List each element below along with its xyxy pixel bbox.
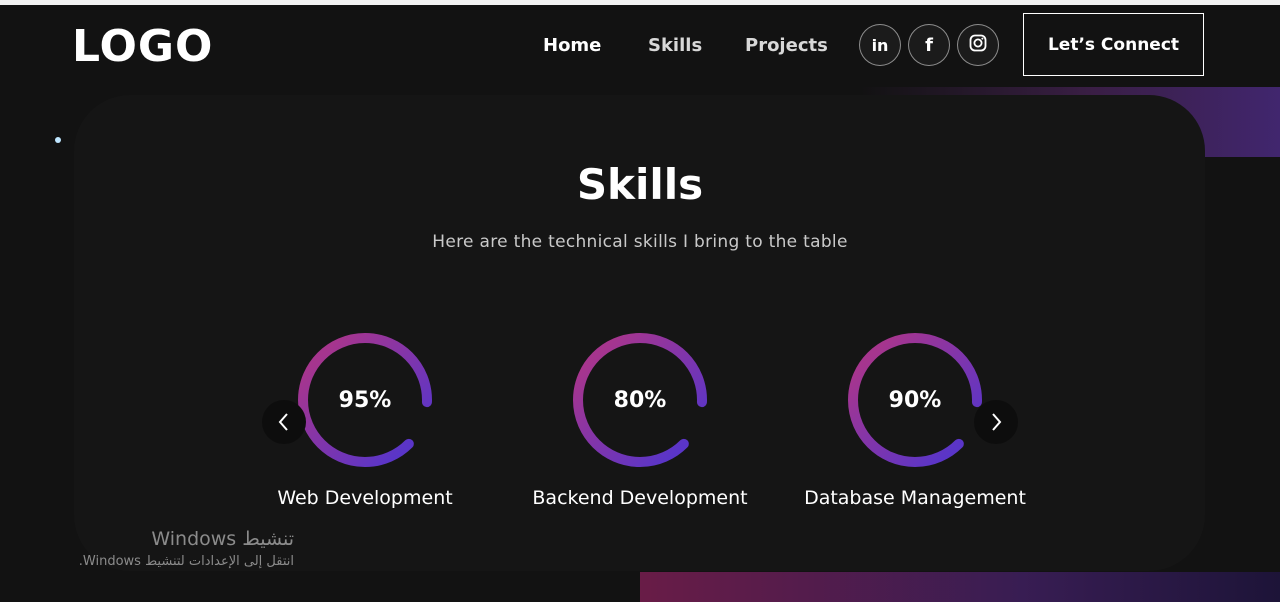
windows-activation-watermark: تنشيط Windows انتقل إلى الإعدادات لتنشيط… [40,528,294,569]
skill-percent: 90% [888,387,942,413]
facebook-button[interactable]: f [908,24,950,66]
facebook-icon: f [925,34,933,56]
nav-link-home[interactable]: Home [543,35,601,56]
skill-item: 80% Backend Development [500,330,780,509]
skill-percent: 80% [613,387,667,413]
carousel-prev-button[interactable] [262,400,306,444]
logo[interactable]: LOGO [72,21,213,72]
watermark-title: تنشيط Windows [151,528,294,550]
nav-link-projects[interactable]: Projects [745,35,828,56]
linkedin-icon: in [871,35,889,55]
skill-percent: 95% [338,387,392,413]
instagram-button[interactable] [957,24,999,66]
progress-ring: 95% [295,330,435,470]
skill-name: Backend Development [532,487,748,509]
progress-ring: 80% [570,330,710,470]
instagram-icon [969,34,987,56]
star-dot [55,137,61,143]
watermark-subtitle: انتقل إلى الإعدادات لتنشيط Windows. [78,554,294,569]
progress-ring: 90% [845,330,985,470]
linkedin-button[interactable]: in [859,24,901,66]
nav-link-skills[interactable]: Skills [648,35,702,56]
chevron-right-icon [992,413,1002,431]
carousel-next-button[interactable] [974,400,1018,444]
background-glow-bottom [640,572,1280,602]
lets-connect-button[interactable]: Let’s Connect [1023,13,1204,76]
chevron-left-icon [278,413,288,431]
navbar: LOGO Home Skills Projects in f Let’s Con… [0,5,1280,87]
skill-name: Web Development [277,487,453,509]
skills-title: Skills [576,160,704,209]
skills-subtitle: Here are the technical skills I bring to… [432,232,848,252]
skill-name: Database Management [804,487,1026,509]
